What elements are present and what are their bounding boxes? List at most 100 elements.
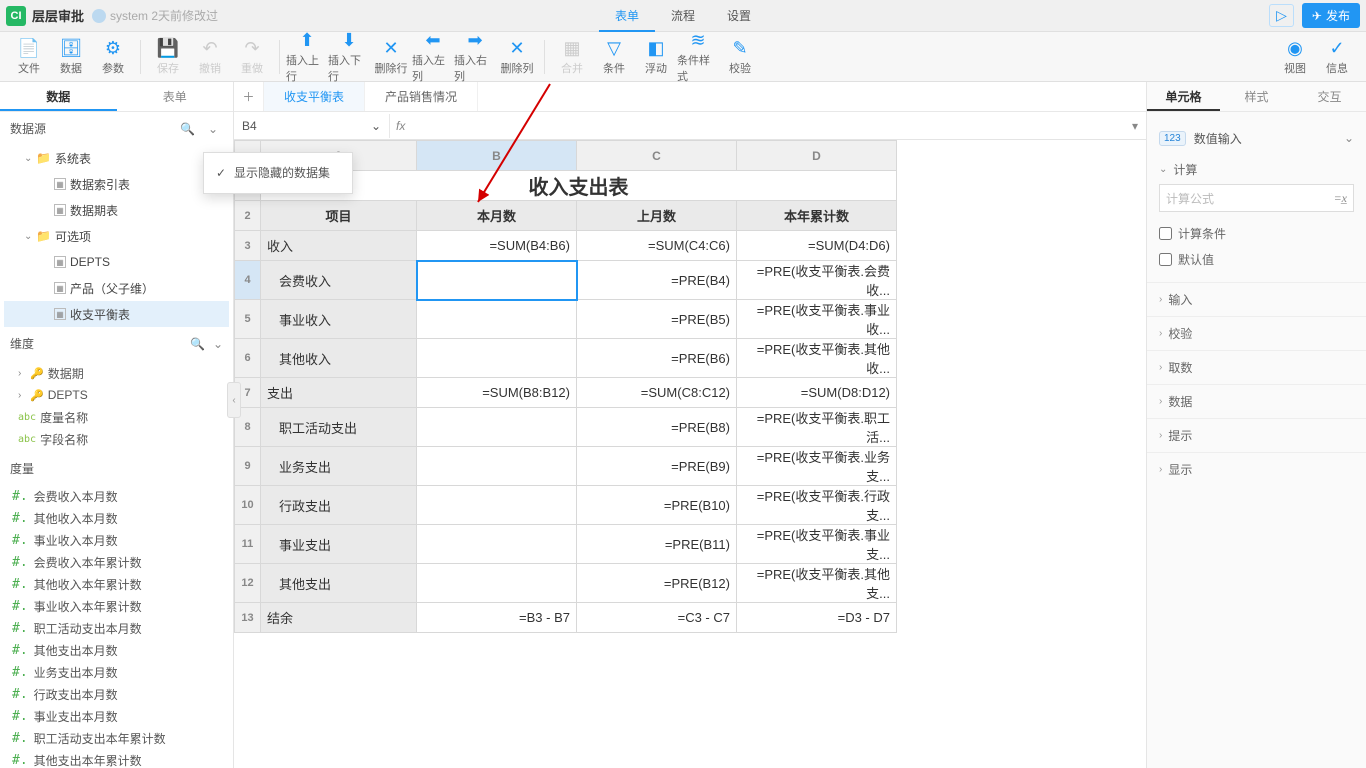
measure-item[interactable]: #.其他支出本年累计数 (0, 749, 233, 768)
cell[interactable]: =C3 - C7 (577, 603, 737, 633)
dim-item[interactable]: abc度量名称 (6, 406, 227, 428)
row-head[interactable]: 11 (235, 525, 261, 564)
tool-参数[interactable]: ⚙参数 (92, 34, 134, 80)
cell[interactable]: =PRE(B4) (577, 261, 737, 300)
cell[interactable]: 职工活动支出 (261, 408, 417, 447)
section-校验[interactable]: ›校验 (1147, 316, 1366, 350)
cell[interactable]: 会费收入 (261, 261, 417, 300)
cell[interactable]: =PRE(B5) (577, 300, 737, 339)
measure-item[interactable]: #.事业收入本年累计数 (0, 595, 233, 617)
cell[interactable]: =SUM(C4:C6) (577, 231, 737, 261)
measure-item[interactable]: #.会费收入本月数 (0, 485, 233, 507)
tool-校验[interactable]: ✎校验 (719, 34, 761, 80)
tree-folder[interactable]: ⌄📁系统表 (4, 145, 229, 171)
measure-item[interactable]: #.行政支出本月数 (0, 683, 233, 705)
search-icon[interactable]: 🔍 (190, 337, 205, 351)
collapse-left-icon[interactable]: ‹ (227, 382, 241, 418)
cell[interactable]: =SUM(B4:B6) (417, 231, 577, 261)
measure-item[interactable]: #.事业收入本月数 (0, 529, 233, 551)
cell[interactable]: =PRE(B6) (577, 339, 737, 378)
cell[interactable]: =SUM(D4:D6) (737, 231, 897, 261)
row-head[interactable]: 13 (235, 603, 261, 633)
row-head[interactable]: 5 (235, 300, 261, 339)
cell[interactable] (417, 525, 577, 564)
cell[interactable]: =PRE(B9) (577, 447, 737, 486)
tool-信息[interactable]: ✓信息 (1316, 34, 1358, 80)
cell[interactable]: =D3 - D7 (737, 603, 897, 633)
cell[interactable] (417, 339, 577, 378)
tool-条件样式[interactable]: ≋条件样式 (677, 34, 719, 80)
cell[interactable]: =PRE(B12) (577, 564, 737, 603)
cell[interactable]: =SUM(D8:D12) (737, 378, 897, 408)
section-输入[interactable]: ›输入 (1147, 282, 1366, 316)
tree-sheet[interactable]: ▦数据期表 (4, 197, 229, 223)
publish-button[interactable]: ✈发布 (1302, 3, 1360, 28)
cell[interactable]: =PRE(收支平衡表.事业收... (737, 300, 897, 339)
left-tab-form[interactable]: 表单 (117, 82, 234, 111)
measure-item[interactable]: #.其他支出本月数 (0, 639, 233, 661)
preview-icon[interactable]: ▷ (1269, 4, 1294, 27)
right-tab-interact[interactable]: 交互 (1293, 82, 1366, 111)
dim-item[interactable]: ›🔑数据期 (6, 362, 227, 384)
add-sheet-button[interactable]: ＋ (234, 82, 264, 111)
col-head-C[interactable]: C (577, 141, 737, 171)
tool-插入下行[interactable]: ⬇插入下行 (328, 34, 370, 80)
tab-form[interactable]: 表单 (599, 0, 655, 32)
section-提示[interactable]: ›提示 (1147, 418, 1366, 452)
cell[interactable] (417, 408, 577, 447)
row-head[interactable]: 10 (235, 486, 261, 525)
cell[interactable] (417, 564, 577, 603)
tool-删除列[interactable]: ✕删除列 (496, 34, 538, 80)
cell[interactable]: =PRE(B8) (577, 408, 737, 447)
tree-sheet[interactable]: ▦数据索引表 (4, 171, 229, 197)
header-cell[interactable]: 本年累计数 (737, 201, 897, 231)
formula-input[interactable] (411, 115, 1132, 137)
header-cell[interactable]: 上月数 (577, 201, 737, 231)
row-head[interactable]: 12 (235, 564, 261, 603)
cell[interactable]: 支出 (261, 378, 417, 408)
cell[interactable]: 结余 (261, 603, 417, 633)
cell[interactable]: =PRE(收支平衡表.行政支... (737, 486, 897, 525)
cell[interactable]: 收入 (261, 231, 417, 261)
search-icon[interactable]: 🔍 (180, 122, 195, 136)
cell[interactable]: 行政支出 (261, 486, 417, 525)
row-head[interactable]: 3 (235, 231, 261, 261)
col-head-D[interactable]: D (737, 141, 897, 171)
chevron-down-icon[interactable]: ⌄ (213, 337, 223, 351)
cell[interactable] (417, 447, 577, 486)
col-head-B[interactable]: B (417, 141, 577, 171)
row-head[interactable]: 4 (235, 261, 261, 300)
tree-sheet[interactable]: ▦产品（父子维） (4, 275, 229, 301)
cell[interactable]: 事业收入 (261, 300, 417, 339)
cell[interactable]: 其他支出 (261, 564, 417, 603)
dim-item[interactable]: abc字段名称 (6, 428, 227, 450)
section-compute[interactable]: ⌄ 计算 (1159, 154, 1354, 184)
cell[interactable]: 事业支出 (261, 525, 417, 564)
cell[interactable]: =PRE(B11) (577, 525, 737, 564)
tool-插入左列[interactable]: ⬅插入左列 (412, 34, 454, 80)
dim-item[interactable]: ›🔑DEPTS (6, 384, 227, 406)
cell[interactable]: =SUM(B8:B12) (417, 378, 577, 408)
header-cell[interactable]: 本月数 (417, 201, 577, 231)
cell[interactable]: =PRE(收支平衡表.职工活... (737, 408, 897, 447)
measure-item[interactable]: #.会费收入本年累计数 (0, 551, 233, 573)
checkbox[interactable] (1159, 227, 1172, 240)
tool-插入上行[interactable]: ⬆插入上行 (286, 34, 328, 80)
sheet-tab-balance[interactable]: 收支平衡表 (264, 82, 365, 111)
section-数据[interactable]: ›数据 (1147, 384, 1366, 418)
measure-item[interactable]: #.其他收入本月数 (0, 507, 233, 529)
tool-视图[interactable]: ◉视图 (1274, 34, 1316, 80)
measure-item[interactable]: #.其他收入本年累计数 (0, 573, 233, 595)
formula-dropdown-icon[interactable]: ▾ (1132, 119, 1138, 133)
tool-浮动[interactable]: ◧浮动 (635, 34, 677, 80)
header-cell[interactable]: 项目 (261, 201, 417, 231)
cell[interactable]: =PRE(收支平衡表.其他收... (737, 339, 897, 378)
cell[interactable]: =B3 - B7 (417, 603, 577, 633)
datasource-options-icon[interactable]: ⌄ ✓ 显示隐藏的数据集 (203, 122, 223, 136)
tree-sheet[interactable]: ▦收支平衡表 (4, 301, 229, 327)
tool-文件[interactable]: 📄文件 (8, 34, 50, 80)
row-head[interactable]: 9 (235, 447, 261, 486)
formula-box[interactable]: 计算公式 =x̲ (1159, 184, 1354, 212)
row-head[interactable]: 6 (235, 339, 261, 378)
cell[interactable]: =PRE(收支平衡表.事业支... (737, 525, 897, 564)
